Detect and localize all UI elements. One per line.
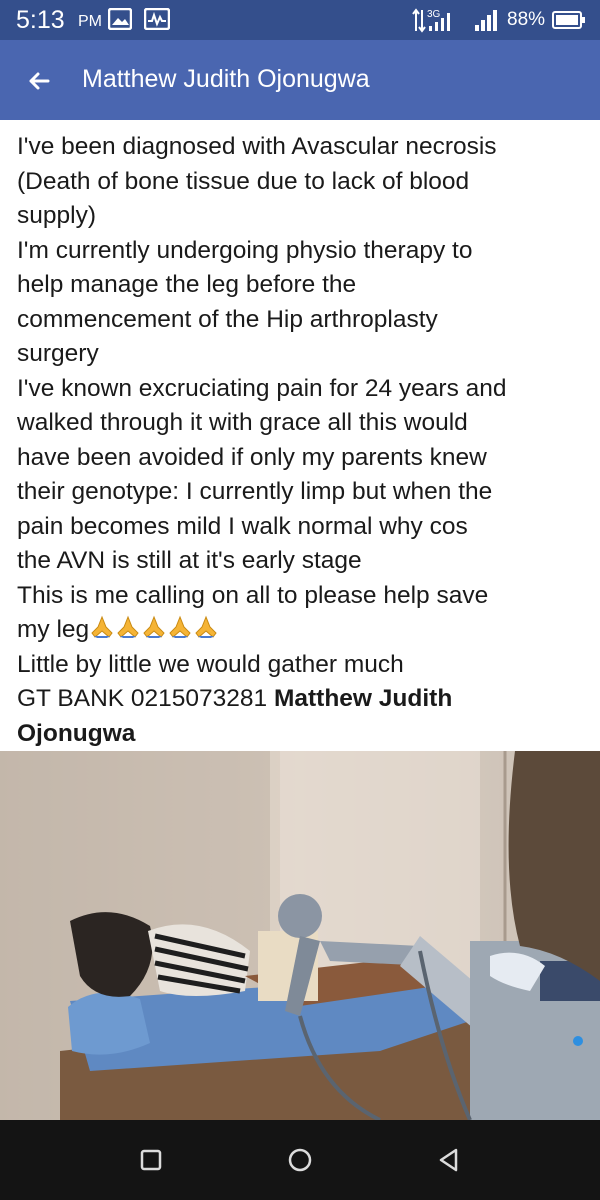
- photo-physiotherapy-image: [0, 751, 600, 1120]
- post-line: pain becomes mild I walk normal why cos: [17, 512, 468, 540]
- data-transfer-icon: 3G: [412, 7, 470, 38]
- back-button[interactable]: [22, 64, 56, 98]
- home-circle-icon: [288, 1148, 312, 1172]
- status-bar: 5:13 PM 3G 88%: [0, 0, 600, 40]
- home-button[interactable]: [285, 1145, 315, 1175]
- praying-hands-icon: [143, 615, 165, 638]
- praying-hands-icon: [169, 615, 191, 638]
- account-name-part2: Ojonugwa: [17, 719, 136, 747]
- praying-hands-icon: [195, 615, 217, 638]
- post-line: surgery: [17, 340, 99, 367]
- post-line: (Death of bone tissue due to lack of blo…: [17, 167, 470, 195]
- post-line: commencement of the Hip arthroplasty: [17, 305, 438, 333]
- post-line: I've known excruciating pain for 24 year…: [17, 374, 507, 402]
- post-line: the AVN is still at it's early stage: [17, 547, 362, 574]
- post-line: walked through it with grace all this wo…: [17, 409, 468, 436]
- post-line: Little by little we would gather much: [17, 650, 404, 678]
- post-line: my leg: [17, 616, 90, 643]
- activity-icon: [143, 7, 171, 35]
- prayer-emoji-row: [89, 615, 219, 643]
- post-line: This is me calling on all to please help…: [17, 581, 489, 609]
- network-type: 3G: [427, 9, 441, 20]
- header-title: Matthew Judith Ojonugwa: [82, 65, 370, 93]
- recents-button[interactable]: [136, 1145, 166, 1175]
- post-line: I've been diagnosed with Avascular necro…: [17, 133, 497, 160]
- post-line: help manage the leg before the: [17, 271, 357, 298]
- nav-back-button[interactable]: [434, 1145, 464, 1175]
- status-ampm: PM: [78, 13, 102, 30]
- post-line: their genotype: I currently limp but whe…: [17, 478, 493, 505]
- bank-details-line: GT BANK 0215073281 Matthew Judith: [17, 682, 587, 717]
- app-header: Matthew Judith Ojonugwa: [0, 40, 600, 120]
- praying-hands-icon: [117, 615, 139, 638]
- back-arrow-icon: [29, 72, 50, 90]
- praying-hands-icon: [91, 615, 113, 638]
- navigation-bar: [0, 1120, 600, 1200]
- post-body: I've been diagnosed with Avascular necro…: [17, 130, 587, 751]
- bank-account-number: GT BANK 0215073281: [17, 685, 268, 712]
- post-photo[interactable]: [0, 751, 600, 1120]
- battery-icon: [552, 11, 586, 34]
- battery-percent: 88%: [507, 9, 546, 30]
- image-icon: [107, 7, 133, 35]
- post-line: I'm currently undergoing physio therapy …: [17, 236, 473, 264]
- post-line: supply): [17, 202, 96, 229]
- post-line-with-emoji: my leg: [17, 613, 587, 648]
- recents-square-icon: [140, 1149, 162, 1171]
- post-line: have been avoided if only my parents kne…: [17, 443, 487, 471]
- back-triangle-icon: [439, 1148, 458, 1172]
- signal-icon: [474, 7, 498, 38]
- status-time: 5:13: [16, 6, 65, 34]
- account-name-part1: Matthew Judith: [273, 685, 453, 712]
